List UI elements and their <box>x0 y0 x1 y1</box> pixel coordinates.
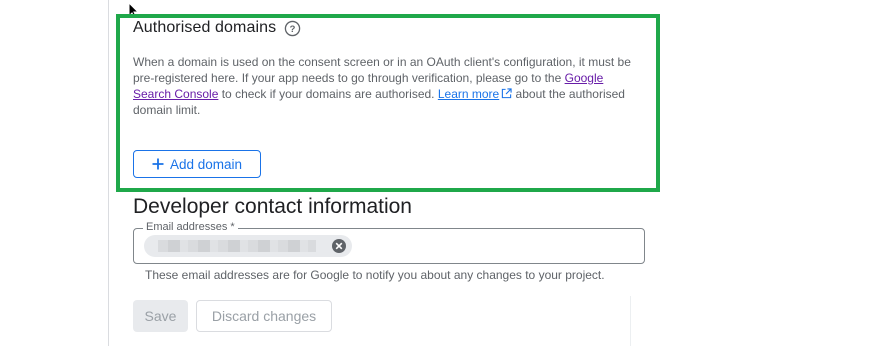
left-divider <box>108 0 109 346</box>
plus-icon <box>152 158 164 170</box>
add-domain-label: Add domain <box>169 156 243 172</box>
close-circle-icon[interactable] <box>331 238 347 254</box>
add-domain-button[interactable]: Add domain <box>133 150 261 178</box>
discard-changes-button[interactable]: Discard changes <box>196 300 332 332</box>
email-addresses-label: Email addresses * <box>143 221 238 233</box>
description-text-2: to check if your domains are authorised. <box>218 87 438 101</box>
authorised-domains-title: Authorised domains <box>133 19 277 36</box>
learn-more-label: Learn more <box>437 87 500 101</box>
authorised-domains-description: When a domain is used on the consent scr… <box>133 54 643 118</box>
authorised-domains-heading: Authorised domains ? <box>133 19 301 37</box>
email-chip[interactable] <box>144 235 352 257</box>
footer-divider <box>630 296 631 346</box>
redacted-email <box>158 240 316 252</box>
help-circle-icon[interactable]: ? <box>284 20 301 37</box>
external-link-icon <box>502 88 512 99</box>
description-text-1: When a domain is used on the consent scr… <box>133 55 631 85</box>
email-helper-text: These email addresses are for Google to … <box>145 268 605 282</box>
svg-text:?: ? <box>290 23 296 34</box>
learn-more-link[interactable]: Learn more <box>438 87 512 101</box>
save-button[interactable]: Save <box>133 300 188 332</box>
developer-contact-title: Developer contact information <box>133 195 412 218</box>
